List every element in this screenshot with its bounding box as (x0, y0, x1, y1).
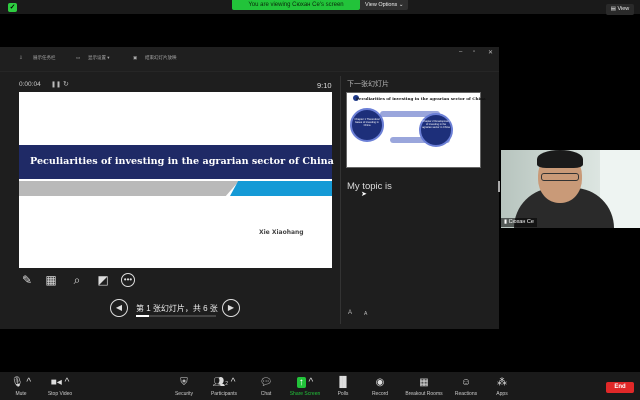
shield-icon: ⛨ (180, 377, 188, 388)
shield-icon[interactable]: ✓ (8, 3, 17, 12)
view-button-label: View (617, 6, 630, 12)
thumb-circle-1: Chapter 1 Theoretical bases of investing… (350, 108, 384, 142)
participants-button[interactable]: 👥︎2 ^ Participants (204, 377, 244, 397)
breakout-icon: ▦ (419, 377, 429, 388)
share-screen-button[interactable]: ↑ ^ Share Screen (285, 377, 325, 397)
slide-author: Xie Xiaohang (259, 229, 304, 236)
display-settings-button[interactable]: 显示设置 ▾ (88, 55, 110, 61)
smiley-icon: ☺︎ (460, 377, 472, 388)
increase-font-button[interactable]: A (348, 310, 352, 316)
minimize-button[interactable]: – (459, 49, 462, 55)
slide-grey-stripe (19, 181, 239, 196)
chat-icon: 💬︎ (259, 377, 273, 388)
current-slide (19, 92, 332, 268)
share-screen-label: Share Screen (289, 391, 321, 397)
elapsed-timer: 0:00:04 (19, 81, 41, 88)
resize-handle[interactable] (498, 181, 500, 192)
microphone-icon: 🎙︎ ^ (10, 377, 32, 388)
thumb-circle-2-text: Chapter 2 Development of investing in th… (422, 120, 450, 130)
participants-count: 2 (225, 381, 228, 387)
speaker-notes[interactable]: My topic is (347, 181, 392, 192)
next-slide-button[interactable]: ▶ (222, 299, 240, 317)
viewing-banner: You are viewing Сюхан Се's screen (232, 0, 360, 10)
security-button[interactable]: ⛨ Security (164, 377, 204, 397)
next-slide-label: 下一张幻灯片 (347, 81, 389, 88)
slide-progress-fill (136, 315, 149, 317)
apps-button[interactable]: ⁂ Apps (482, 377, 522, 397)
chat-button[interactable]: 💬︎ Chat (246, 377, 286, 397)
presenter-toolbar (0, 47, 499, 72)
chat-label: Chat (260, 391, 272, 397)
slide-counter: 第 1 张幻灯片，共 6 张 (136, 304, 218, 313)
bar-chart-icon: ▐▌ (335, 377, 351, 388)
maximize-button[interactable]: ▫ (473, 49, 475, 55)
participant-name-text: Сюхан Се (508, 219, 534, 225)
pane-divider[interactable] (340, 76, 341, 324)
polls-button[interactable]: ▐▌ Polls (323, 377, 363, 397)
view-button[interactable]: ▤ View (606, 4, 634, 15)
reset-timer-icon[interactable]: ↻ (63, 80, 69, 88)
breakout-label: Breakout Rooms (405, 391, 443, 397)
view-options-button[interactable]: View Options ⌄ (360, 0, 408, 10)
video-person-glasses (541, 173, 579, 181)
security-label: Security (174, 391, 194, 397)
end-show-icon: ▣ (133, 55, 138, 60)
record-button[interactable]: ◉ Record (360, 377, 400, 397)
pen-icon[interactable]: ✎ (20, 273, 34, 287)
thumb-title: Peculiarities of investing in the agrari… (356, 96, 486, 101)
slide-title: Peculiarities of investing in the agrari… (30, 156, 334, 167)
slide-blue-stripe (230, 181, 332, 196)
decrease-font-button[interactable]: A (364, 311, 367, 317)
reactions-label: Reactions (454, 391, 478, 397)
apps-label: Apps (496, 391, 508, 397)
taskbar-icon: ⇩ (19, 55, 23, 60)
polls-label: Polls (337, 391, 349, 397)
display-icon: ▭ (76, 55, 81, 60)
video-person-hair (537, 150, 583, 168)
end-slideshow-button[interactable]: 结束幻灯片放映 (145, 55, 177, 61)
thumb-circle-1-text: Chapter 1 Theoretical bases of investing… (354, 118, 380, 128)
end-meeting-button[interactable]: End (606, 382, 634, 393)
record-icon: ◉ (375, 377, 385, 388)
thumb-circle-2: Chapter 2 Development of investing in th… (419, 113, 453, 147)
stop-video-button[interactable]: ■◂ ^ Stop Video (40, 377, 80, 397)
participants-label: Participants (210, 391, 238, 397)
mute-button[interactable]: 🎙︎ ^ Mute (1, 377, 41, 397)
clock: 9:10 (317, 81, 332, 90)
show-taskbar-button[interactable]: 展示任务栏 (33, 55, 56, 61)
stop-video-label: Stop Video (47, 391, 73, 397)
screen-black-icon[interactable]: ◩ (96, 273, 110, 287)
more-options-icon[interactable]: ••• (121, 273, 135, 287)
previous-slide-button[interactable]: ◀ (110, 299, 128, 317)
participants-icon: 👥︎2 ^ (212, 377, 236, 388)
pause-icon[interactable]: ❚❚ (51, 81, 61, 88)
share-screen-icon: ↑ ^ (296, 377, 314, 388)
video-camera-icon: ■◂ ^ (50, 377, 70, 388)
breakout-rooms-button[interactable]: ▦ Breakout Rooms (404, 377, 444, 397)
reactions-button[interactable]: ☺︎ Reactions (446, 377, 486, 397)
close-button[interactable]: ✕ (488, 49, 493, 56)
mute-label: Mute (15, 391, 27, 397)
apps-icon: ⁂ (497, 377, 507, 388)
record-label: Record (371, 391, 389, 397)
mouse-cursor: ➤ (361, 191, 367, 198)
see-all-slides-icon[interactable]: ▦ (44, 273, 58, 287)
zoom-icon[interactable]: ⌕ (70, 273, 84, 287)
participant-name: ▮ Сюхан Се (501, 218, 537, 227)
